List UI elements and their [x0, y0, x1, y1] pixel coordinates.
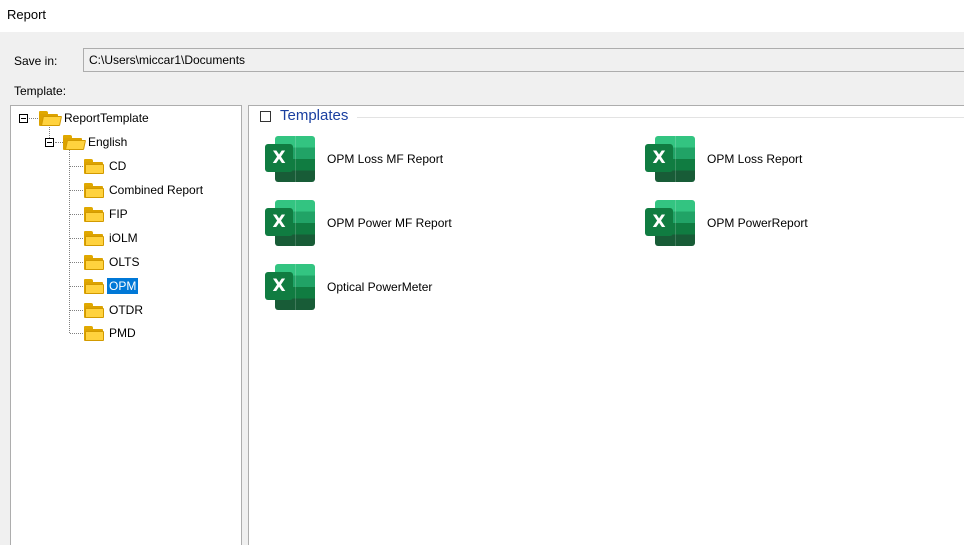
tree-node-label: ReportTemplate — [64, 111, 149, 125]
tree-node-cd[interactable]: CD — [84, 156, 128, 176]
dialog-body: Save in: C:\Users\miccar1\Documents Temp… — [0, 32, 964, 545]
template-label: Template: — [14, 84, 67, 98]
tree-node-label: Combined Report — [109, 183, 204, 197]
save-in-path-field[interactable]: C:\Users\miccar1\Documents — [83, 48, 964, 72]
tree-connector — [70, 310, 83, 311]
tree-node-opm[interactable]: OPM — [84, 276, 139, 296]
window-title: Report — [7, 7, 47, 22]
tree-node-olts[interactable]: OLTS — [84, 252, 141, 272]
tree-node-english[interactable]: English — [63, 132, 129, 152]
save-in-label: Save in: — [14, 54, 58, 68]
tree-node-iolm[interactable]: iOLM — [84, 228, 140, 248]
template-item-optical-power-meter[interactable]: X Optical PowerMeter — [265, 263, 432, 311]
tree-node-label: CD — [109, 159, 127, 173]
tree-connector — [70, 238, 83, 239]
tree-node-label: OTDR — [109, 303, 143, 317]
tree-connector — [70, 166, 83, 167]
folder-icon — [84, 325, 104, 341]
group-collapse-toggle[interactable] — [260, 111, 271, 122]
tree-connector — [70, 214, 83, 215]
tree-connector — [70, 262, 83, 263]
tree-connector — [70, 190, 83, 191]
open-folder-icon — [39, 110, 63, 126]
tree-node-label: iOLM — [109, 231, 138, 245]
title-bar: Report — [0, 0, 964, 32]
tree-node-label: English — [88, 135, 128, 149]
group-header-templates[interactable]: Templates — [280, 107, 348, 124]
tree-node-label: OPM — [107, 278, 139, 294]
template-tree[interactable]: ReportTemplate English CD Combined Repor… — [10, 105, 242, 545]
collapse-toggle-english[interactable] — [45, 138, 54, 147]
tree-node-label: PMD — [109, 326, 136, 340]
excel-file-icon: X — [265, 264, 317, 310]
excel-file-icon: X — [645, 200, 697, 246]
tree-connector — [55, 142, 63, 143]
template-item-label: OPM Power MF Report — [327, 216, 452, 230]
tree-node-label: FIP — [109, 207, 128, 221]
tree-node-otdr[interactable]: OTDR — [84, 300, 145, 320]
collapse-toggle-root[interactable] — [19, 114, 28, 123]
tree-connector — [70, 286, 83, 287]
tree-node-fip[interactable]: FIP — [84, 204, 130, 224]
folder-icon — [84, 278, 104, 294]
folder-icon — [84, 302, 104, 318]
group-divider — [357, 117, 964, 118]
template-item-opm-loss-mf-report[interactable]: X OPM Loss MF Report — [265, 135, 443, 183]
template-item-opm-loss-report[interactable]: X OPM Loss Report — [645, 135, 802, 183]
tree-connector — [70, 333, 83, 334]
template-list[interactable]: Templates X OPM Loss MF Report X OPM Los… — [248, 105, 964, 545]
template-item-label: OPM Loss MF Report — [327, 152, 444, 166]
template-item-opm-power-report[interactable]: X OPM PowerReport — [645, 199, 808, 247]
folder-icon — [84, 206, 104, 222]
tree-node-pmd[interactable]: PMD — [84, 323, 138, 343]
template-item-opm-power-mf-report[interactable]: X OPM Power MF Report — [265, 199, 452, 247]
folder-icon — [84, 230, 104, 246]
tree-connector — [29, 118, 38, 119]
template-item-label: OPM Loss Report — [707, 152, 803, 166]
tree-node-combined-report[interactable]: Combined Report — [84, 180, 205, 200]
folder-icon — [84, 182, 104, 198]
folder-icon — [84, 158, 104, 174]
template-item-label: Optical PowerMeter — [327, 280, 433, 294]
excel-file-icon: X — [645, 136, 697, 182]
open-folder-icon — [63, 134, 87, 150]
folder-icon — [84, 254, 104, 270]
excel-file-icon: X — [265, 200, 317, 246]
tree-node-report-template[interactable]: ReportTemplate — [39, 108, 151, 128]
excel-file-icon: X — [265, 136, 317, 182]
template-item-label: OPM PowerReport — [707, 216, 808, 230]
tree-node-label: OLTS — [109, 255, 140, 269]
tree-connector — [69, 146, 70, 333]
